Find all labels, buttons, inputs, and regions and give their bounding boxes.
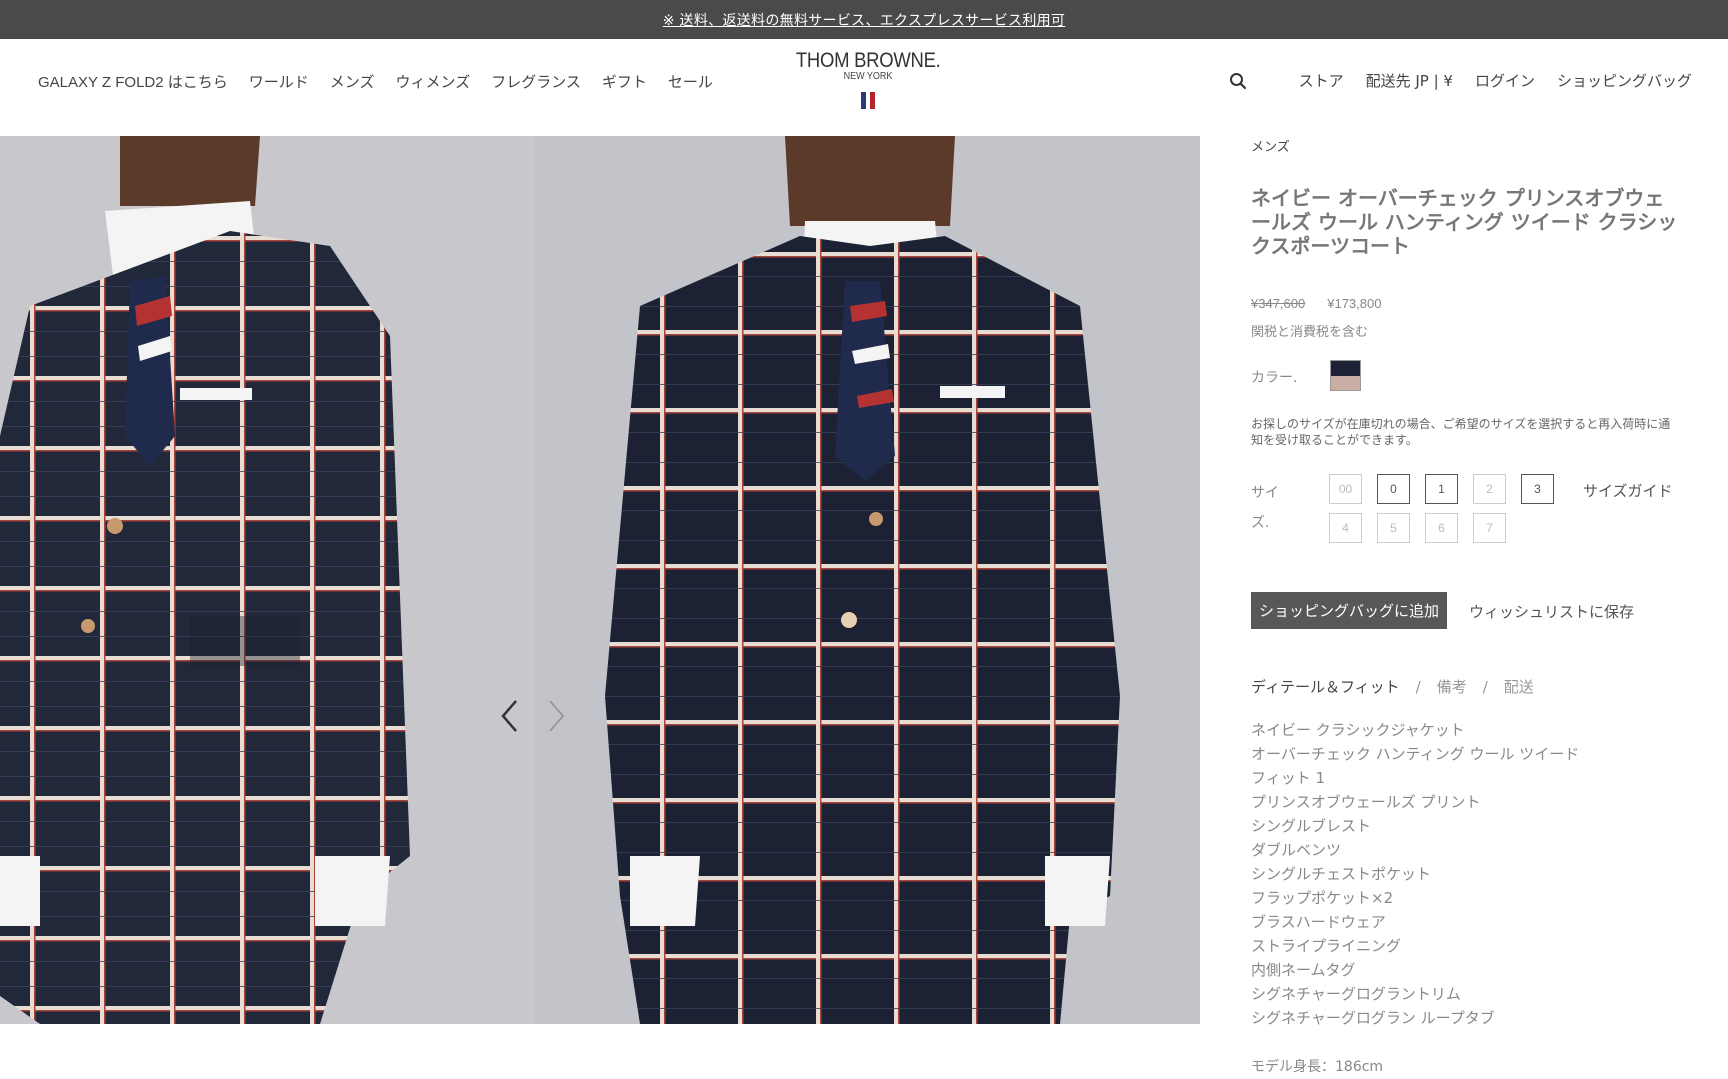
nav-galaxy-fold[interactable]: GALAXY Z FOLD2 はこちら [38,71,228,92]
list-item: シグネチャーグログラン ループタブ [1251,1009,1495,1027]
price-block: ¥347,600 ¥173,800 [1251,296,1381,311]
size-option-6[interactable]: 6 [1425,513,1458,543]
size-option-0[interactable]: 0 [1377,474,1410,504]
tricolor-flag-icon [861,92,876,109]
utility-nav: ストア 配送先 JP | ¥ ログイン ショッピングバッグ [1229,70,1692,91]
model-height: モデル身長：186cm [1251,1059,1384,1075]
promo-bar: ※ 送料、返送料の無料サービス、エクスプレスサービス利用可 [0,0,1728,39]
breadcrumb[interactable]: メンズ [1251,136,1290,155]
color-swatch[interactable] [1330,360,1361,391]
ship-to-selector[interactable]: 配送先 JP | ¥ [1366,70,1453,91]
tab-notes[interactable]: 備考 [1437,676,1467,697]
brand-logo[interactable]: THOM BROWNE. NEW YORK [768,49,968,109]
chevron-right-icon[interactable] [544,699,568,733]
tab-details-fit[interactable]: ディテール＆フィット [1251,676,1400,697]
nav-gift[interactable]: ギフト [602,71,647,92]
list-item: オーバーチェック ハンティング ウール ツイード [1251,745,1580,763]
tax-note: 関税と消費税を含む [1251,325,1369,340]
logo-city: NEW YORK [843,71,893,82]
nav-mens[interactable]: メンズ [330,71,375,92]
details-list: ネイビー クラシックジャケット オーバーチェック ハンティング ウール ツイード… [1251,718,1579,1030]
original-price: ¥347,600 [1251,296,1306,311]
tab-separator: / [1415,677,1421,696]
size-option-00[interactable]: 00 [1329,474,1362,504]
info-tabs: ディテール＆フィット / 備考 / 配送 [1251,676,1534,697]
size-option-5[interactable]: 5 [1377,513,1410,543]
list-item: ストライプライニング [1251,937,1402,955]
promo-link[interactable]: ※ 送料、返送料の無料サービス、エクスプレスサービス利用可 [663,10,1065,30]
list-item: ダブルベンツ [1251,841,1342,859]
product-title: ネイビー オーバーチェック プリンスオブウェールズ ウール ハンティング ツイー… [1251,186,1678,258]
list-item: シングルブレスト [1251,817,1372,835]
size-guide-link[interactable]: サイズガイド [1583,480,1673,501]
store-link[interactable]: ストア [1299,70,1344,91]
list-item: 内側ネームタグ [1251,961,1356,979]
size-option-3[interactable]: 3 [1521,474,1554,504]
color-label: カラー. [1251,370,1298,386]
site-header: GALAXY Z FOLD2 はこちら ワールド メンズ ウィメンズ フレグラン… [0,39,1728,136]
list-item: シグネチャーグログラントリム [1251,985,1461,1003]
search-icon[interactable] [1229,72,1247,90]
product-gallery[interactable] [0,136,1200,1024]
main-nav: GALAXY Z FOLD2 はこちら ワールド メンズ ウィメンズ フレグラン… [38,71,713,92]
swatch-beige [1331,375,1360,390]
gallery-images [0,136,1200,1024]
size-selector: 00 0 1 2 3 4 5 6 7 [1329,474,1554,543]
swatch-navy [1331,361,1360,376]
list-item: シングルチェストポケット [1251,865,1432,883]
list-item: フラップポケット×2 [1251,889,1394,907]
list-item: プリンスオブウェールズ プリント [1251,793,1481,811]
add-to-bag-button[interactable]: ショッピングバッグに追加 [1251,592,1448,629]
size-option-2[interactable]: 2 [1473,474,1506,504]
tab-separator: / [1482,677,1488,696]
save-to-wishlist-link[interactable]: ウィッシュリストに保存 [1469,601,1634,622]
shopping-bag-link[interactable]: ショッピングバッグ [1557,70,1692,91]
list-item: ブラスハードウェア [1251,913,1386,931]
logo-wordmark: THOM BROWNE. [795,49,941,72]
size-option-1[interactable]: 1 [1425,474,1458,504]
nav-sale[interactable]: セール [668,71,713,92]
nav-world[interactable]: ワールド [249,71,309,92]
size-option-4[interactable]: 4 [1329,513,1362,543]
login-link[interactable]: ログイン [1475,70,1535,91]
chevron-left-icon[interactable] [498,699,522,733]
tab-shipping[interactable]: 配送 [1504,676,1534,697]
size-label: サイズ. [1251,485,1279,531]
nav-womens[interactable]: ウィメンズ [396,71,471,92]
size-option-7[interactable]: 7 [1473,513,1506,543]
list-item: フィット 1 [1251,769,1326,787]
restock-notice: お探しのサイズが在庫切れの場合、ご希望のサイズを選択すると再入荷時に通知を受け取… [1251,417,1671,447]
list-item: ネイビー クラシックジャケット [1251,721,1465,739]
nav-fragrance[interactable]: フレグランス [491,71,581,92]
sale-price: ¥173,800 [1327,296,1382,311]
